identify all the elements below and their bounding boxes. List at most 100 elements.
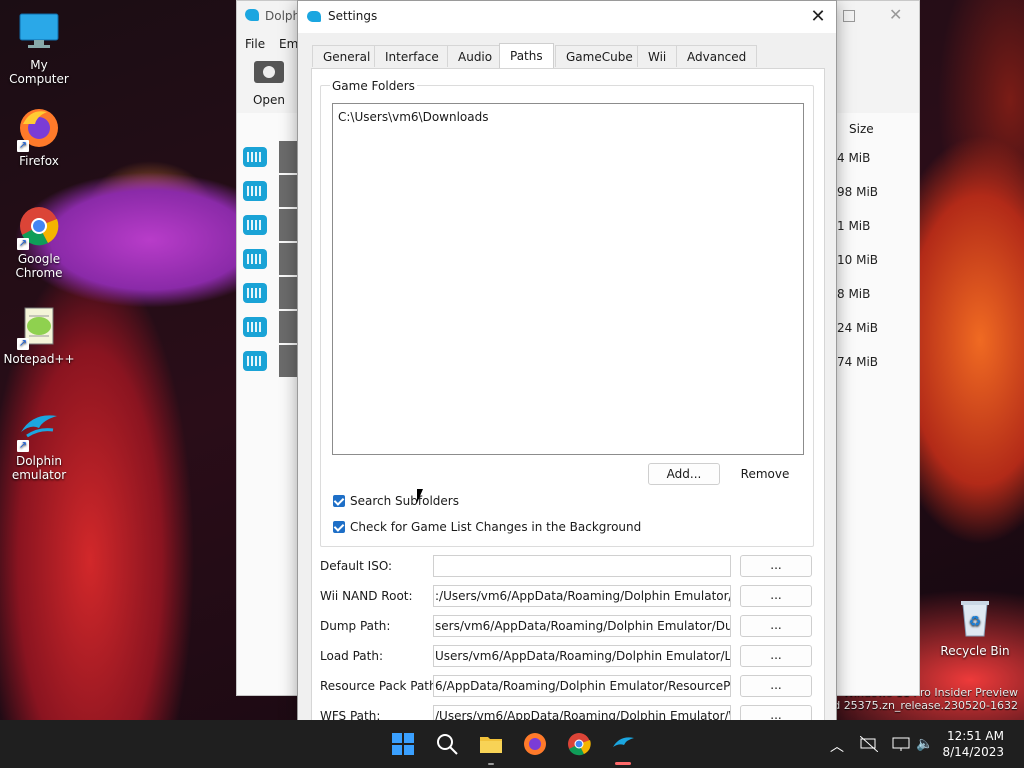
close-icon[interactable]: ✕: [806, 5, 830, 29]
file-explorer-icon[interactable]: [479, 732, 503, 756]
game-banner: [279, 243, 299, 275]
settings-dialog[interactable]: Settings ✕ General Interface Audio Paths…: [297, 0, 837, 722]
tab-paths[interactable]: Paths: [499, 43, 554, 69]
search-icon[interactable]: [435, 732, 459, 756]
default-iso-label: Default ISO:: [320, 559, 393, 573]
start-button[interactable]: [391, 732, 415, 756]
notepadpp-icon: ↗: [17, 304, 61, 350]
game-platform-icon: [243, 249, 267, 269]
game-banner: [279, 277, 299, 309]
game-platform-icon: [243, 317, 267, 337]
recycle-bin-icon: ♻: [953, 596, 997, 640]
search-subfolders-checkbox[interactable]: [333, 495, 345, 507]
main-window-title: Dolph: [265, 9, 301, 23]
clock-time: 12:51 AM: [947, 729, 1004, 743]
game-platform-icon: [243, 147, 267, 167]
dolphin-icon: ↗: [17, 406, 61, 452]
chevron-up-icon[interactable]: ︿: [830, 736, 844, 756]
open-label: Open: [252, 93, 286, 107]
paths-panel: Game Folders C:\Users\vm6\Downloads Add.…: [311, 68, 825, 721]
game-folders-list[interactable]: C:\Users\vm6\Downloads: [332, 103, 804, 455]
size-column-header[interactable]: Size: [849, 122, 874, 136]
game-size: 10 MiB: [837, 253, 879, 267]
running-app-indicator: [488, 763, 494, 765]
maximize-icon[interactable]: [843, 10, 855, 22]
clock-date: 8/14/2023: [942, 745, 1004, 759]
dolphin-icon[interactable]: [611, 732, 635, 756]
game-banner: [279, 345, 299, 377]
game-platform-icon: [243, 351, 267, 371]
wii-nand-root-field[interactable]: :/Users/vm6/AppData/Roaming/Dolphin Emul…: [433, 585, 731, 607]
dump-path-label: Dump Path:: [320, 619, 391, 633]
desktop-icon-label: My Computer: [9, 58, 69, 86]
tab-audio[interactable]: Audio: [447, 45, 504, 67]
load-path-browse-button[interactable]: ...: [740, 645, 812, 667]
game-platform-icon: [243, 181, 267, 201]
watermark-line: Build 25375.zn_release.230520-1632: [812, 699, 1018, 712]
menu-file[interactable]: File: [245, 37, 265, 51]
wii-nand-root-browse-button[interactable]: ...: [740, 585, 812, 607]
desktop-icon-notepadpp[interactable]: ↗ Notepad++: [2, 304, 76, 366]
desktop-icon-label: Notepad++: [3, 352, 75, 366]
volume-icon[interactable]: 🔈: [916, 736, 933, 752]
desktop-icon-chrome[interactable]: ↗ Google Chrome: [2, 204, 76, 280]
tab-wii[interactable]: Wii: [637, 45, 678, 67]
settings-titlebar[interactable]: Settings ✕: [298, 1, 836, 33]
dump-path-browse-button[interactable]: ...: [740, 615, 812, 637]
tab-interface[interactable]: Interface: [374, 45, 450, 67]
game-banner: [279, 311, 299, 343]
game-size: 8 MiB: [837, 287, 871, 301]
game-banner: [279, 175, 299, 207]
game-size: 24 MiB: [837, 321, 879, 335]
chrome-icon[interactable]: [567, 732, 591, 756]
disc-icon: [254, 61, 284, 83]
active-app-indicator: [615, 762, 631, 765]
list-item[interactable]: C:\Users\vm6\Downloads: [338, 110, 488, 124]
tab-advanced[interactable]: Advanced: [676, 45, 758, 67]
game-size: 74 MiB: [837, 355, 879, 369]
load-path-label: Load Path:: [320, 649, 384, 663]
shortcut-arrow-icon: ↗: [17, 140, 29, 152]
desktop-icon-firefox[interactable]: ↗ Firefox: [2, 106, 76, 168]
check-changes-checkbox[interactable]: [333, 521, 345, 533]
game-size: 98 MiB: [837, 185, 879, 199]
monitor-icon: [17, 10, 61, 54]
game-banner: [279, 141, 299, 173]
close-icon[interactable]: ✕: [889, 5, 902, 24]
taskbar-clock[interactable]: 12:51 AM 8/14/2023: [942, 728, 1004, 760]
dump-path-field[interactable]: sers/vm6/AppData/Roaming/Dolphin Emulato…: [433, 615, 731, 637]
settings-title: Settings: [328, 9, 378, 23]
game-size: 4 MiB: [837, 151, 871, 165]
desktop-icon-my-computer[interactable]: My Computer: [2, 10, 76, 86]
game-banner: [279, 209, 299, 241]
desktop-icon-label: Firefox: [19, 154, 59, 168]
resource-pack-path-browse-button[interactable]: ...: [740, 675, 812, 697]
taskbar: ︿ 🔈 12:51 AM 8/14/2023: [0, 720, 1024, 768]
dolphin-icon: [245, 9, 259, 21]
wii-nand-root-label: Wii NAND Root:: [320, 589, 413, 603]
desktop-icon-label: Recycle Bin: [940, 644, 1010, 658]
monitor-icon[interactable]: [892, 736, 910, 756]
open-button[interactable]: Open: [251, 61, 287, 107]
desktop-icon-label: Dolphin emulator: [11, 454, 67, 482]
default-iso-field[interactable]: [433, 555, 731, 577]
default-iso-browse-button[interactable]: ...: [740, 555, 812, 577]
add-folder-button[interactable]: Add...: [648, 463, 720, 485]
mouse-cursor: [417, 489, 429, 503]
desktop-icon-recycle-bin[interactable]: ♻ Recycle Bin: [938, 596, 1012, 658]
desktop-icon-dolphin[interactable]: ↗ Dolphin emulator: [2, 406, 76, 482]
game-size: 1 MiB: [837, 219, 871, 233]
tab-general[interactable]: General: [312, 45, 382, 67]
svg-text:♻: ♻: [969, 614, 982, 630]
remove-folder-button[interactable]: Remove: [729, 463, 801, 485]
resource-pack-path-field[interactable]: 6/AppData/Roaming/Dolphin Emulator/Resou…: [433, 675, 731, 697]
tab-gamecube[interactable]: GameCube: [555, 45, 644, 67]
firefox-icon[interactable]: [523, 732, 547, 756]
desktop-icon-label: Google Chrome: [15, 252, 63, 280]
dolphin-icon: [307, 11, 321, 22]
load-path-field[interactable]: Users/vm6/AppData/Roaming/Dolphin Emulat…: [433, 645, 731, 667]
search-subfolders-label: Search Subfolders: [350, 494, 459, 508]
game-platform-icon: [243, 215, 267, 235]
shortcut-arrow-icon: ↗: [17, 238, 29, 250]
network-icon[interactable]: [859, 735, 879, 756]
